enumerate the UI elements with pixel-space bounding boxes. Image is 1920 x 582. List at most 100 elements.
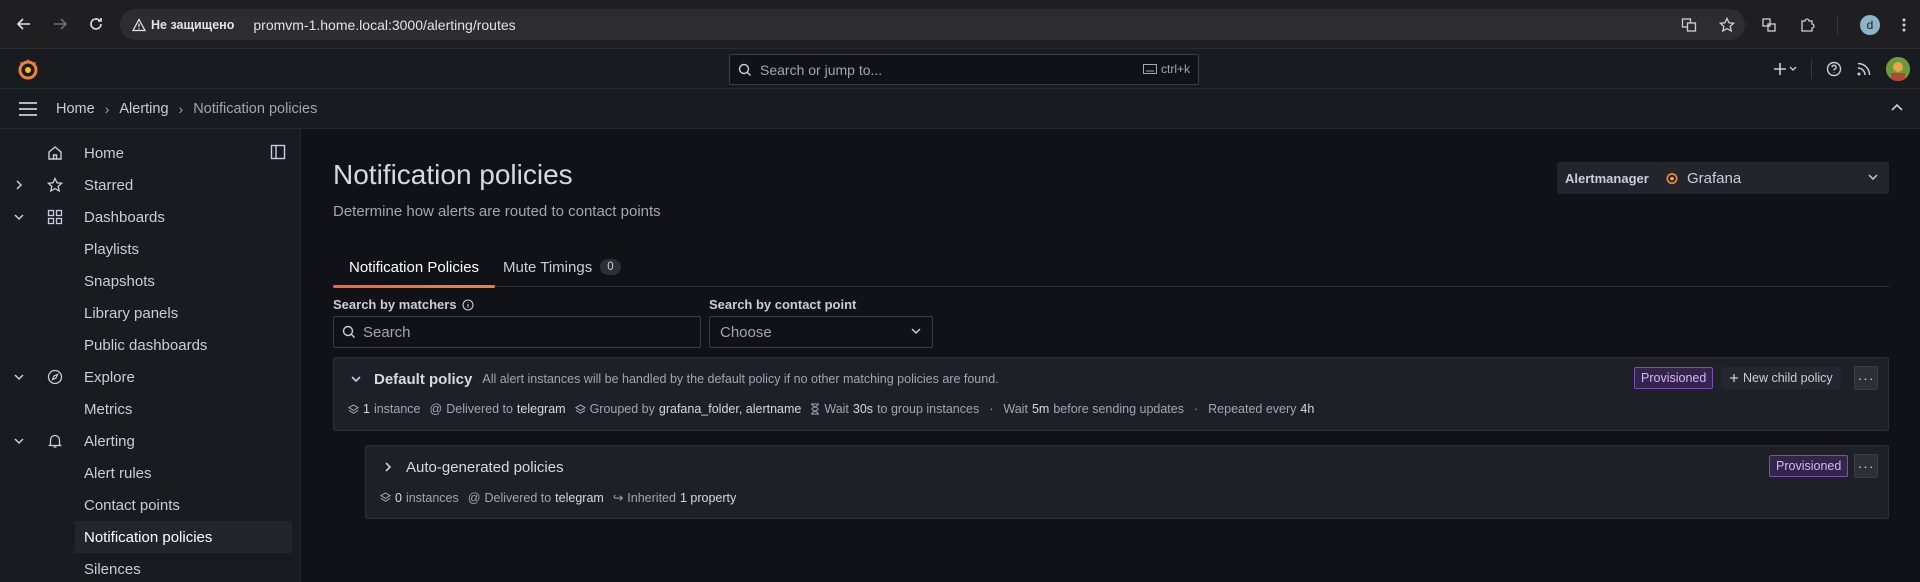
chevron-up-icon[interactable] [1890, 101, 1904, 115]
policy-metadata: 1 instance @ Delivered to telegram Group… [348, 402, 1323, 416]
sidebar-item-alerting[interactable]: Alerting [0, 425, 300, 457]
inherit-arrow-icon: ↪ [612, 491, 624, 505]
sidebar-item-alert-rules[interactable]: Alert rules [0, 457, 300, 489]
chevron-down-icon [911, 328, 921, 335]
breadcrumb-bar: Home › Alerting › Notification policies [0, 89, 1920, 129]
security-label: Не защищено [151, 17, 235, 32]
grafana-topbar: Search or jump to... ctrl+k [0, 49, 1920, 89]
arrow-left-icon [16, 18, 30, 30]
sidebar-item-starred[interactable]: Starred [0, 169, 300, 201]
sidebar-item-dashboards[interactable]: Dashboards [0, 201, 300, 233]
back-button[interactable] [10, 10, 38, 38]
auto-generated-policy-card: Auto-generated policies Provisioned ··· … [365, 445, 1889, 519]
sidebar-item-label: Alerting [84, 432, 135, 450]
extension-translate-icon[interactable] [1761, 17, 1777, 33]
inherited-info: ↪ Inherited 1 property [612, 490, 737, 506]
sidebar-item-label: Library panels [84, 304, 179, 322]
sidebar-item-notification-policies[interactable]: Notification policies [75, 521, 292, 553]
news-feed-icon[interactable] [1856, 61, 1872, 77]
url-text: promvm-1.home.local:3000/alerting/routes [253, 16, 516, 33]
sidebar-item-public-dashboards[interactable]: Public dashboards [0, 329, 300, 361]
profile-avatar[interactable]: d [1860, 15, 1880, 35]
sidebar-item-label: Starred [84, 176, 134, 194]
address-bar[interactable]: Не защищено promvm-1.home.local:3000/ale… [120, 9, 1745, 40]
global-search-input[interactable]: Search or jump to... ctrl+k [729, 54, 1199, 85]
provisioned-badge: Provisioned [1634, 367, 1714, 389]
sidebar-item-label: Public dashboards [84, 336, 208, 354]
menu-toggle-icon[interactable] [18, 101, 38, 116]
plus-icon [1730, 374, 1738, 382]
sidebar-item-label: Playlists [84, 240, 140, 258]
main-content: Notification policies Determine how aler… [301, 129, 1920, 582]
matchers-placeholder: Search [363, 323, 411, 341]
contact-point-select[interactable]: Choose [709, 316, 933, 348]
new-child-policy-button[interactable]: New child policy [1721, 367, 1841, 389]
sidebar-item-label: Silences [84, 560, 141, 578]
forward-button[interactable] [46, 10, 74, 38]
grouped-info: Grouped by grafana_folder, alertname [574, 402, 801, 416]
help-icon[interactable] [1826, 61, 1842, 77]
translate-icon[interactable] [1681, 17, 1697, 33]
delivered-info: @ Delivered to telegram [467, 490, 604, 505]
search-placeholder: Search or jump to... [760, 61, 883, 78]
policy-description: All alert instances will be handled by t… [482, 372, 999, 386]
chevron-down-icon[interactable] [14, 372, 24, 382]
delivered-info: @ Delivered to telegram [429, 402, 566, 416]
reload-button[interactable] [82, 10, 110, 38]
chevron-down-icon[interactable] [348, 372, 364, 386]
more-actions-button[interactable]: ··· [1854, 454, 1878, 478]
extensions-puzzle-icon[interactable] [1799, 17, 1815, 33]
user-avatar[interactable] [1886, 57, 1910, 81]
sidebar-item-library-panels[interactable]: Library panels [0, 297, 300, 329]
bookmark-star-icon[interactable] [1719, 16, 1735, 33]
alertmanager-value: Grafana [1687, 169, 1742, 187]
more-actions-button[interactable]: ··· [1854, 366, 1878, 390]
chevron-right-icon[interactable] [380, 460, 396, 474]
tab-label: Notification Policies [349, 258, 480, 276]
alertmanager-select[interactable]: Grafana [1657, 162, 1889, 194]
sidebar-item-label: Dashboards [84, 208, 165, 226]
sidebar-item-label: Snapshots [84, 272, 155, 290]
contact-point-value: Choose [720, 323, 772, 341]
chevron-down-icon[interactable] [14, 212, 24, 222]
sidebar-item-contact-points[interactable]: Contact points [0, 489, 300, 521]
sidebar-item-label: Home [84, 144, 125, 162]
sidebar-item-label: Notification policies [84, 528, 213, 546]
arrow-right-icon [54, 18, 68, 30]
tab-mute-timings[interactable]: Mute Timings 0 [503, 247, 621, 287]
sidebar-item-snapshots[interactable]: Snapshots [0, 265, 300, 297]
sidebar-item-home[interactable]: Home [0, 137, 300, 169]
page-title: Notification policies [333, 159, 573, 190]
breadcrumb-separator: › [104, 100, 110, 117]
sidebar: Home Starred Dashboards Playlists Snapsh… [0, 129, 301, 582]
breadcrumb-alerting[interactable]: Alerting [119, 101, 168, 117]
default-policy-card: Default policy All alert instances will … [333, 357, 1889, 431]
sidebar-item-playlists[interactable]: Playlists [0, 233, 300, 265]
reload-icon [90, 18, 102, 30]
breadcrumb-separator: › [178, 100, 184, 117]
sidebar-item-label: Metrics [84, 400, 133, 418]
policy-metadata: 0 instances @ Delivered to telegram ↪ In… [380, 490, 745, 505]
browser-menu-icon[interactable] [1902, 17, 1906, 33]
add-new-icon[interactable] [1773, 61, 1797, 77]
chevron-down-icon[interactable] [14, 436, 24, 446]
grafana-logo-icon[interactable] [16, 57, 40, 81]
instances-info[interactable]: 0 instances [380, 491, 459, 505]
chevron-right-icon[interactable] [14, 180, 24, 190]
security-indicator[interactable]: Не защищено [132, 18, 247, 32]
matchers-search-input[interactable]: Search [333, 316, 701, 348]
tab-notification-policies[interactable]: Notification Policies [333, 247, 496, 288]
page-subtitle: Determine how alerts are routed to conta… [333, 203, 661, 220]
sidebar-item-metrics[interactable]: Metrics [0, 393, 300, 425]
search-icon [738, 63, 751, 76]
tab-bar: Notification Policies Mute Timings 0 [333, 247, 1889, 288]
breadcrumb-home[interactable]: Home [56, 101, 95, 117]
home-icon [48, 146, 62, 160]
breadcrumb: Home › Alerting › Notification policies [56, 101, 317, 117]
contact-point-label: Search by contact point [709, 297, 857, 312]
sidebar-item-silences[interactable]: Silences [0, 553, 300, 582]
sidebar-item-explore[interactable]: Explore [0, 361, 300, 393]
info-icon[interactable] [462, 298, 474, 311]
instances-info[interactable]: 1 instance [348, 402, 421, 416]
dashboards-grid-icon [47, 209, 63, 225]
